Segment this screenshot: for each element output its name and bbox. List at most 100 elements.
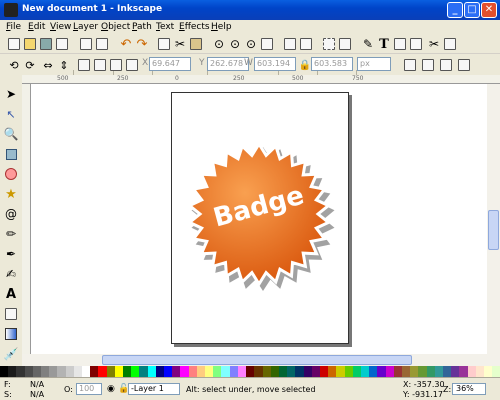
color-swatch[interactable] — [49, 366, 58, 377]
menu-object[interactable]: Object — [101, 22, 130, 32]
clone-icon[interactable] — [298, 35, 314, 53]
pencil-tool-icon[interactable]: ✏ — [3, 226, 19, 242]
color-swatch[interactable] — [319, 366, 329, 377]
color-swatch[interactable] — [82, 366, 91, 377]
color-swatch[interactable] — [8, 366, 17, 377]
menu-layer[interactable]: Layer — [73, 22, 98, 32]
drawing-canvas[interactable]: Badge — [31, 84, 487, 354]
menu-text[interactable]: Text — [156, 22, 174, 32]
text-font-icon[interactable]: T — [376, 35, 392, 53]
color-swatch[interactable] — [278, 366, 288, 377]
color-swatch[interactable] — [451, 366, 460, 377]
preferences-icon[interactable]: ✂ — [426, 35, 442, 53]
menu-view[interactable]: View — [50, 22, 71, 32]
units-select[interactable]: px — [357, 57, 391, 71]
color-swatch[interactable] — [426, 366, 435, 377]
text-tool-icon[interactable]: A — [3, 286, 19, 302]
menu-effects[interactable]: Effects — [179, 22, 210, 32]
undo-icon[interactable]: ↶ — [118, 35, 134, 53]
color-swatch[interactable] — [295, 366, 304, 377]
document-properties-icon[interactable] — [442, 35, 458, 53]
gradient-tool-icon[interactable] — [3, 326, 19, 342]
move-patterns-icon[interactable] — [456, 56, 472, 74]
paste-icon[interactable] — [188, 35, 204, 53]
h-field[interactable]: 603.583 — [311, 57, 353, 71]
visibility-eye-icon[interactable]: ◉ — [107, 384, 115, 394]
zoom-field[interactable]: 36% — [452, 383, 486, 395]
color-swatch[interactable] — [16, 366, 25, 377]
new-document-icon[interactable] — [6, 35, 22, 53]
spiral-tool-icon[interactable]: @ — [3, 206, 19, 222]
zoom-tool-icon[interactable]: 🔍 — [3, 126, 19, 142]
rotate-ccw-icon[interactable]: ⟲ — [6, 56, 22, 74]
color-swatch[interactable] — [344, 366, 353, 377]
color-swatch[interactable] — [270, 366, 279, 377]
color-swatch[interactable] — [401, 366, 411, 377]
color-swatch[interactable] — [213, 366, 222, 377]
duplicate-icon[interactable] — [282, 35, 298, 53]
ellipse-tool-icon[interactable] — [3, 166, 19, 182]
open-icon[interactable] — [22, 35, 38, 53]
selector-tool-icon[interactable]: ➤ — [3, 86, 19, 102]
color-swatch[interactable] — [221, 366, 230, 377]
horizontal-scrollbar[interactable] — [22, 354, 500, 366]
color-swatch[interactable] — [180, 366, 189, 377]
layer-select[interactable]: -Layer 1 — [128, 383, 180, 395]
color-swatch[interactable] — [369, 366, 378, 377]
lower-to-bottom-icon[interactable] — [124, 56, 140, 74]
menu-file[interactable]: File — [6, 22, 21, 32]
node-tool-icon[interactable]: ↖ — [3, 106, 19, 122]
import-icon[interactable] — [78, 35, 94, 53]
fill-stroke-icon[interactable]: ✎ — [360, 35, 376, 53]
color-swatch[interactable] — [147, 366, 156, 377]
color-swatch[interactable] — [188, 366, 197, 377]
color-swatch[interactable] — [196, 366, 206, 377]
color-swatch[interactable] — [303, 366, 312, 377]
group-icon[interactable] — [321, 35, 337, 53]
color-swatch[interactable] — [352, 366, 361, 377]
color-swatch[interactable] — [131, 366, 140, 377]
menu-help[interactable]: Help — [211, 22, 232, 32]
scale-corners-icon[interactable] — [420, 56, 436, 74]
color-swatch[interactable] — [360, 366, 370, 377]
color-swatch[interactable] — [98, 366, 107, 377]
rectangle-tool-icon[interactable] — [3, 146, 19, 162]
vertical-scroll-thumb[interactable] — [488, 210, 499, 250]
opacity-field[interactable]: 100 — [76, 383, 102, 395]
color-swatch[interactable] — [57, 366, 66, 377]
color-swatch[interactable] — [65, 366, 74, 377]
color-swatch[interactable] — [114, 366, 124, 377]
print-icon[interactable] — [54, 35, 70, 53]
color-swatch[interactable] — [418, 366, 427, 377]
scale-stroke-icon[interactable] — [402, 56, 418, 74]
color-swatch[interactable] — [377, 366, 386, 377]
x-field[interactable]: 69.647 — [149, 57, 191, 71]
close-button[interactable]: ✕ — [481, 2, 497, 18]
zoom-page-width-icon[interactable] — [259, 35, 275, 53]
spray-tool-icon[interactable] — [3, 306, 19, 322]
dropper-tool-icon[interactable]: 💉 — [3, 346, 19, 362]
color-swatch[interactable] — [24, 366, 33, 377]
color-swatch[interactable] — [311, 366, 320, 377]
color-swatch[interactable] — [73, 366, 83, 377]
horizontal-scroll-thumb[interactable] — [102, 355, 412, 365]
color-swatch[interactable] — [164, 366, 173, 377]
calligraphy-tool-icon[interactable]: ✍ — [3, 266, 19, 282]
y-field[interactable]: 262.678 — [207, 57, 249, 71]
color-swatch[interactable] — [106, 366, 115, 377]
color-swatch[interactable] — [492, 366, 500, 377]
copy-icon[interactable] — [156, 35, 172, 53]
zoom-selection-icon[interactable]: ⊙ — [211, 35, 227, 53]
color-swatch[interactable] — [442, 366, 452, 377]
color-swatch[interactable] — [336, 366, 345, 377]
color-swatch[interactable] — [41, 366, 50, 377]
color-swatch[interactable] — [459, 366, 468, 377]
color-swatch[interactable] — [328, 366, 337, 377]
save-icon[interactable] — [38, 35, 54, 53]
color-swatch[interactable] — [172, 366, 181, 377]
zoom-page-icon[interactable]: ⊙ — [243, 35, 259, 53]
flip-vertical-icon[interactable]: ⇕ — [56, 56, 72, 74]
flip-horizontal-icon[interactable]: ⇔ — [40, 56, 56, 74]
lower-icon[interactable] — [108, 56, 124, 74]
color-swatch[interactable] — [287, 366, 296, 377]
